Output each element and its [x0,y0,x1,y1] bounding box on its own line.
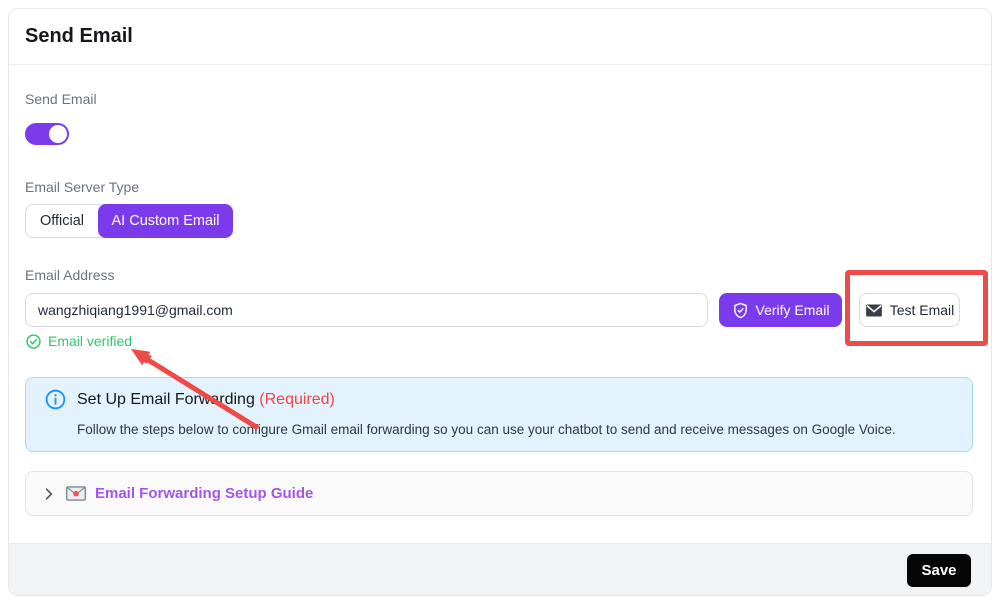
check-circle-icon [25,333,42,350]
info-box-description: Follow the steps below to configure Gmai… [77,422,896,437]
guide-label: Email Forwarding Setup Guide [95,485,313,502]
email-emoji-icon [66,486,86,501]
panel-header: Send Email [9,9,991,65]
envelope-icon [865,303,883,318]
shield-check-icon [732,302,749,319]
server-type-segmented-control: Official AI Custom Email [25,204,233,238]
email-forwarding-info-box: Set Up Email Forwarding (Required) Follo… [25,377,973,452]
test-email-label: Test Email [890,302,955,318]
save-button[interactable]: Save [907,554,971,587]
segment-ai-custom-email[interactable]: AI Custom Email [98,204,233,238]
info-icon [45,389,66,410]
segment-official[interactable]: Official [26,205,98,237]
send-email-panel: Send Email Send Email Email Server Type … [8,8,992,596]
send-email-toggle[interactable] [25,123,69,145]
panel-footer: Save [9,543,991,596]
email-forwarding-guide-accordion[interactable]: Email Forwarding Setup Guide [25,471,973,516]
verify-email-button[interactable]: Verify Email [719,293,842,327]
verify-email-label: Verify Email [756,302,830,318]
email-address-label: Email Address [25,267,114,283]
chevron-right-icon[interactable] [41,486,57,502]
toggle-knob [49,125,67,143]
send-email-label: Send Email [25,91,97,107]
email-verified-text: Email verified [48,333,132,349]
required-tag: (Required) [259,391,335,408]
email-verified-status: Email verified [25,332,132,350]
info-box-title: Set Up Email Forwarding (Required) [77,391,335,409]
page-title: Send Email [25,25,133,48]
test-email-button[interactable]: Test Email [859,293,960,327]
email-address-input[interactable] [25,293,708,327]
server-type-label: Email Server Type [25,179,139,195]
